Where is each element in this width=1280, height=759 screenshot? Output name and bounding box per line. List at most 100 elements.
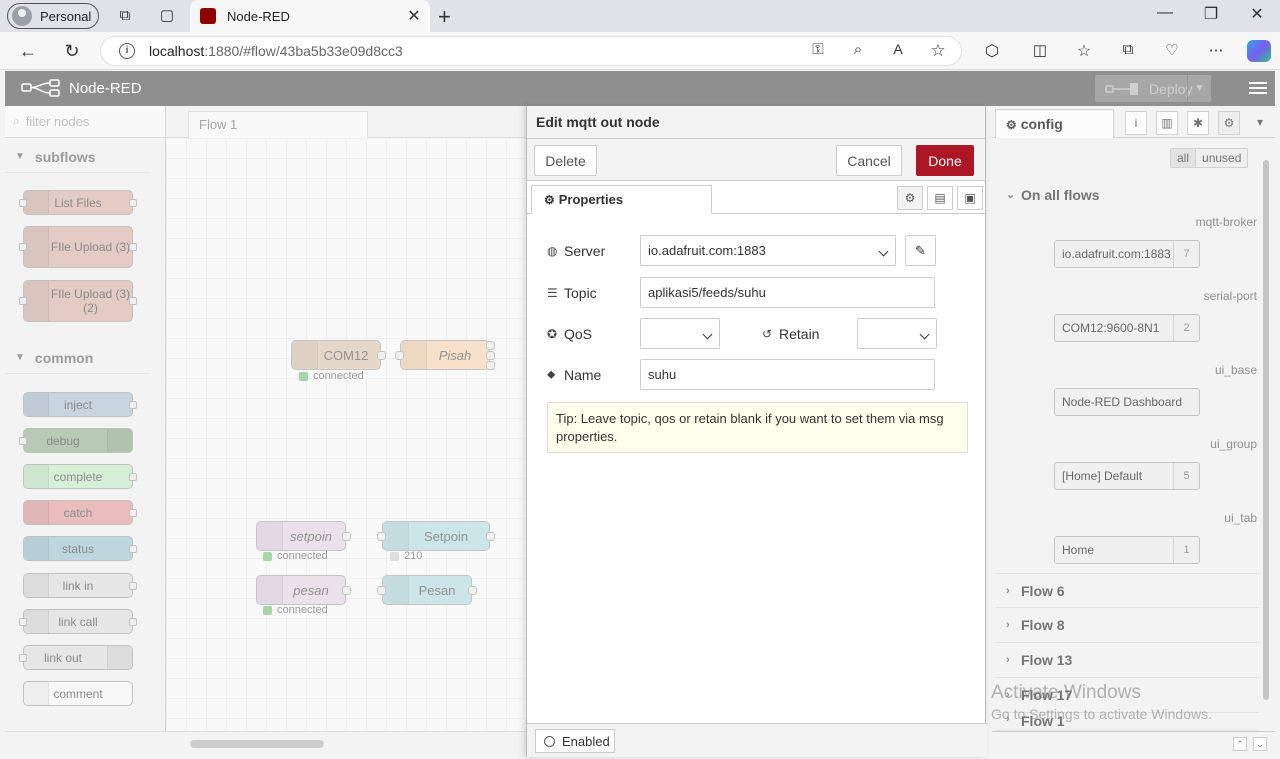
delete-button[interactable]: Delete [534, 145, 597, 176]
profile-button[interactable]: Personal [7, 3, 99, 29]
config-node-serial-port[interactable]: COM12:9600-8N1 2 [1054, 314, 1200, 342]
section-flow-8[interactable]: › Flow 8 [996, 608, 1259, 643]
config-node-mqtt-broker[interactable]: io.adafruit.com:1883 7 [1054, 240, 1200, 268]
tab-flow-1[interactable]: Flow 1 [188, 111, 368, 138]
palette-category-subflows[interactable]: ▼ subflows [5, 141, 150, 173]
flow-node-setpoin-in[interactable]: setpoin [256, 521, 351, 551]
site-info-icon[interactable]: i [119, 43, 135, 59]
flow-node-com12[interactable]: COM12 [291, 340, 386, 370]
split-screen-icon[interactable]: ◫ [1029, 41, 1051, 59]
done-button[interactable]: Done [916, 145, 974, 176]
performance-icon[interactable]: ♡ [1161, 41, 1183, 59]
section-on-all-flows[interactable]: ⌄ On all flows [996, 177, 1259, 212]
edit-server-pencil-icon[interactable]: ✎ [905, 235, 936, 266]
palette-category-common[interactable]: ▼ common [5, 342, 150, 374]
enabled-toggle[interactable]: Enabled [535, 729, 615, 753]
sidebar-dropdown-icon[interactable]: ▾ [1249, 111, 1271, 135]
mqtt-icon [257, 522, 283, 550]
collections-icon[interactable]: ⧉ [1117, 41, 1139, 58]
palette-node-link-in[interactable]: link in [23, 573, 137, 598]
palette-node-inject[interactable]: inject [23, 392, 137, 417]
filter-all-button[interactable]: all [1170, 148, 1197, 168]
node-label: link in [62, 578, 94, 593]
config-tab-gear-icon[interactable]: ⚙ [1218, 111, 1240, 135]
browser-tab-node-red[interactable]: Node-RED ✕ [190, 0, 430, 32]
favorite-star-icon[interactable]: ☆ [927, 41, 949, 61]
status-setpoin: connected [263, 550, 328, 562]
copilot-icon[interactable] [1247, 40, 1271, 62]
close-tab-icon[interactable]: ✕ [404, 6, 424, 26]
tab-properties[interactable]: ⚙ Properties [531, 185, 712, 214]
workspaces-icon[interactable]: ⧉ [115, 6, 135, 26]
read-aloud-icon[interactable]: A [887, 41, 909, 57]
workspace-canvas[interactable]: COM12 connected Pisah setpoin connected … [166, 138, 526, 731]
appearance-tab-icon[interactable]: ▣ [957, 186, 983, 210]
tag-icon: ⬥ [547, 367, 556, 381]
status-icon [24, 537, 49, 560]
palette-node-link-out[interactable]: link out [19, 645, 133, 670]
tab-config[interactable]: ⚙ config [995, 109, 1114, 138]
password-key-icon[interactable]: ⚿ [807, 41, 829, 58]
palette-filter-input[interactable]: ⌕ filter nodes [5, 106, 165, 138]
settings-tab-gear-icon[interactable]: ⚙ [897, 186, 923, 210]
search-icon: ⌕ [13, 114, 20, 128]
section-flow-13[interactable]: › Flow 13 [996, 643, 1259, 678]
flow-node-pesan-out[interactable]: Pesan [377, 575, 477, 605]
extensions-icon[interactable]: ⬡ [981, 41, 1003, 61]
scroll-down-icon[interactable]: ⌄ [1253, 737, 1267, 751]
scroll-up-icon[interactable]: ⌃ [1233, 737, 1247, 751]
palette-node-comment[interactable]: comment [23, 681, 133, 706]
zoom-icon[interactable]: ⌕ [847, 41, 869, 58]
palette-node-status[interactable]: status [23, 536, 137, 561]
type-label-ui-group: ui_group [1210, 437, 1257, 451]
topic-input[interactable]: aplikasi5/feeds/suhu [640, 277, 935, 308]
sidebar-scrollbar[interactable] [1261, 148, 1271, 728]
new-tab-icon[interactable]: + [438, 4, 451, 30]
back-icon[interactable]: ← [17, 41, 39, 62]
url-field[interactable]: i localhost:1880/#flow/43ba5b33e09d8cc3 [100, 36, 962, 66]
info-tab-icon[interactable]: i [1125, 111, 1147, 135]
favorites-icon[interactable]: ☆ [1073, 41, 1095, 61]
palette-node-catch[interactable]: catch [23, 500, 137, 525]
tab-actions-icon[interactable]: ▢ [157, 6, 177, 26]
section-flow-6[interactable]: › Flow 6 [996, 573, 1259, 608]
chevron-down-icon: ⌄ [1006, 189, 1016, 201]
filter-unused-button[interactable]: unused [1196, 148, 1249, 168]
function-icon [401, 341, 427, 369]
retain-select[interactable] [857, 318, 937, 349]
palette-node-file-upload-3[interactable]: FIle Upload (3) [19, 226, 137, 268]
node-red-logo-icon [21, 79, 60, 97]
app-title: Node-RED [69, 79, 142, 97]
deploy-dropdown-icon[interactable]: ▼ [1187, 75, 1211, 102]
minimize-icon[interactable]: — [1150, 4, 1180, 22]
close-window-icon[interactable]: ✕ [1242, 4, 1272, 24]
description-tab-icon[interactable]: ▤ [927, 186, 953, 210]
help-tab-book-icon[interactable]: ▥ [1156, 111, 1178, 135]
sidebar-tabs: ⚙ config i ▥ ✱ ⚙ ▾ [992, 106, 1275, 138]
palette-node-file-upload-3-2[interactable]: FIle Upload (3) (2) [19, 280, 137, 322]
name-input[interactable]: suhu [640, 359, 935, 390]
link-in-icon [24, 574, 49, 597]
restore-icon[interactable]: ❐ [1196, 4, 1226, 24]
form-row-topic: ☰ Topic aplikasi5/feeds/suhu [547, 277, 935, 308]
horizontal-scrollbar[interactable] [190, 740, 324, 748]
flow-node-pesan-in[interactable]: pesan [256, 575, 351, 605]
flow-node-setpoin-out[interactable]: Setpoin [377, 521, 495, 551]
deploy-button[interactable]: Deploy ▼ [1095, 75, 1211, 102]
qos-select[interactable] [640, 318, 720, 349]
palette-node-complete[interactable]: complete [23, 464, 137, 489]
config-node-ui-base[interactable]: Node-RED Dashboard [1054, 388, 1200, 416]
config-node-ui-tab[interactable]: Home 1 [1054, 536, 1200, 564]
cancel-button[interactable]: Cancel [836, 145, 902, 176]
flow-node-pisah[interactable]: Pisah [395, 340, 495, 370]
refresh-icon[interactable]: ↻ [61, 41, 83, 62]
server-select[interactable]: io.adafruit.com:1883 [640, 235, 896, 266]
comment-icon [24, 682, 49, 705]
palette-node-link-call[interactable]: link call [19, 609, 137, 634]
hamburger-menu-icon[interactable] [1249, 79, 1267, 97]
debug-tab-bug-icon[interactable]: ✱ [1187, 111, 1209, 135]
palette-node-list-files[interactable]: List Files [19, 190, 137, 215]
palette-node-debug[interactable]: debug [19, 428, 133, 453]
more-menu-icon[interactable]: ⋯ [1205, 41, 1227, 59]
config-node-ui-group[interactable]: [Home] Default 5 [1054, 462, 1200, 490]
